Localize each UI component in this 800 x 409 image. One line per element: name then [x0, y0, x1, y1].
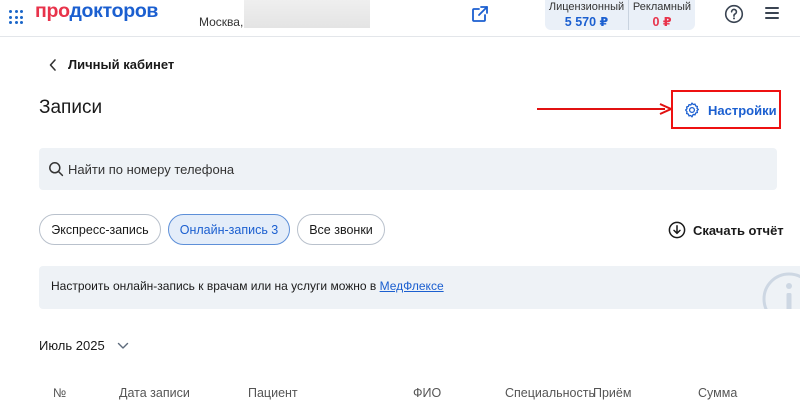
redacted-address [244, 0, 370, 28]
help-icon[interactable] [724, 4, 744, 24]
search-icon [49, 162, 64, 177]
table-header-patient: Пациент [248, 386, 298, 400]
apps-grid-icon[interactable] [9, 10, 23, 24]
info-banner: Настроить онлайн-запись к врачам или на … [39, 266, 800, 309]
chevron-down-icon [117, 342, 128, 349]
balance-license-label: Лицензионный [548, 1, 625, 13]
top-header: продокторов Москва, Лицензионный 5 570 ₽… [0, 0, 800, 37]
annotation-arrow-icon [537, 103, 673, 115]
balance-ads[interactable]: Рекламный 0 ₽ [628, 0, 695, 30]
hamburger-menu-icon[interactable] [765, 7, 779, 19]
search-input[interactable] [68, 161, 748, 177]
balance-ads-label: Рекламный [632, 1, 692, 13]
search-bar[interactable] [39, 148, 777, 190]
balance-license-value: 5 570 ₽ [564, 15, 609, 29]
table-header-date: Дата записи [119, 386, 190, 400]
balance-ads-value: 0 ₽ [652, 15, 672, 29]
filter-chip-calls[interactable]: Все звонки [297, 214, 385, 245]
download-circle-icon [668, 221, 686, 239]
back-link[interactable]: Личный кабинет [48, 57, 174, 72]
month-selector[interactable]: Июль 2025 [39, 338, 129, 353]
filter-chip-express[interactable]: Экспресс-запись [39, 214, 161, 245]
table-header-visit: Приём [593, 386, 632, 400]
table-header-fio: ФИО [413, 386, 442, 400]
table-header-number: № [53, 386, 67, 400]
page-title: Записи [39, 97, 103, 118]
table-header-specialty: Специальность [505, 386, 595, 400]
logo[interactable]: продокторов [35, 1, 158, 21]
table-header-sum: Сумма [698, 386, 738, 400]
chevron-left-icon [49, 58, 56, 71]
back-link-label: Личный кабинет [68, 57, 175, 72]
settings-label: Настройки [708, 102, 777, 118]
external-link-icon[interactable] [470, 4, 490, 24]
download-report-label: Скачать отчёт [693, 222, 784, 238]
month-label: Июль 2025 [39, 338, 105, 353]
filter-chip-online[interactable]: Онлайн-запись 3 [168, 214, 290, 245]
balance-license[interactable]: Лицензионный 5 570 ₽ [545, 0, 628, 30]
settings-button[interactable]: Настройки [683, 101, 777, 119]
info-icon [762, 272, 800, 309]
city-label: Москва, [199, 15, 244, 29]
medflex-link[interactable]: МедФлексе [380, 279, 444, 293]
download-report-button[interactable]: Скачать отчёт [668, 221, 784, 239]
gear-icon [684, 102, 700, 118]
info-text: Настроить онлайн-запись к врачам или на … [51, 279, 444, 293]
